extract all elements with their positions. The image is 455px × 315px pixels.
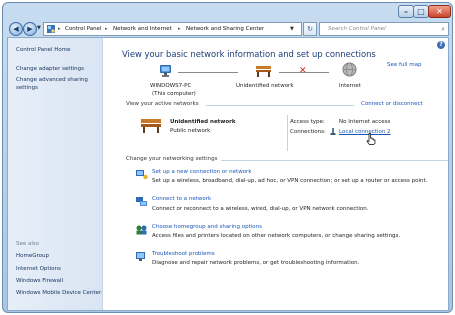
active-networks-heading: View your active networks bbox=[126, 101, 199, 107]
divider bbox=[221, 160, 448, 161]
sidebar-item-change-advanced-sharing[interactable]: Change advanced sharing bbox=[16, 77, 88, 84]
no-connection-icon: ✕ bbox=[299, 66, 307, 76]
troubleshoot-link[interactable]: Troubleshoot problems bbox=[152, 251, 215, 257]
troubleshoot-icon bbox=[136, 252, 145, 261]
sidebar-item-windows-mobile-device-center[interactable]: Windows Mobile Device Center bbox=[16, 290, 101, 297]
breadcrumb-network-and-sharing-center[interactable]: Network and Sharing Center bbox=[186, 24, 264, 34]
window: – □ ✕ ◀ ▶ ▼ ▸ Control Panel ▸ Network an… bbox=[2, 2, 453, 313]
sidebar-item-internet-options[interactable]: Internet Options bbox=[16, 266, 61, 273]
breadcrumb-separator-icon: ▸ bbox=[58, 26, 61, 32]
hand-cursor-icon bbox=[366, 133, 376, 145]
address-bar[interactable]: ▸ Control Panel ▸ Network and Internet ▸… bbox=[43, 22, 302, 36]
internet-node-label: Internet bbox=[339, 83, 361, 89]
divider bbox=[206, 105, 354, 106]
help-icon[interactable]: ? bbox=[437, 41, 445, 49]
access-type-value: No Internet access bbox=[339, 119, 391, 125]
see-also-heading: See also bbox=[16, 241, 40, 247]
wired-connection-icon bbox=[330, 128, 336, 135]
address-dropdown-icon[interactable]: ▼ bbox=[290, 24, 294, 34]
vertical-divider bbox=[287, 115, 288, 151]
content-area: Control Panel Home Change adapter settin… bbox=[7, 37, 449, 311]
sidebar-item-change-adapter-settings[interactable]: Change adapter settings bbox=[16, 66, 84, 73]
connections-label: Connections: bbox=[290, 129, 326, 135]
see-full-map-link[interactable]: See full map bbox=[387, 62, 421, 68]
main-panel: ? View your basic network information an… bbox=[103, 38, 448, 310]
homegroup-icon bbox=[136, 225, 147, 235]
setup-connection-link[interactable]: Set up a new connection or network bbox=[152, 169, 252, 175]
connect-network-desc: Connect or reconnect to a wireless, wire… bbox=[152, 206, 369, 212]
globe-icon bbox=[342, 62, 357, 77]
bench-icon bbox=[256, 66, 271, 77]
sidebar-item-change-advanced-sharing-2[interactable]: settings bbox=[16, 85, 38, 92]
forward-button[interactable]: ▶ bbox=[23, 22, 37, 36]
computer-name: WINDOWS7-PC bbox=[150, 83, 192, 89]
computer-subtitle: (This computer) bbox=[152, 91, 196, 97]
back-button[interactable]: ◀ bbox=[9, 22, 23, 36]
access-type-label: Access type: bbox=[290, 119, 325, 125]
breadcrumb-network-and-internet[interactable]: Network and Internet bbox=[113, 24, 172, 34]
active-network-name: Unidentified network bbox=[170, 119, 236, 125]
recent-pages-dropdown[interactable]: ▼ bbox=[37, 25, 41, 31]
map-link-line bbox=[178, 72, 238, 73]
control-panel-icon bbox=[47, 25, 55, 33]
connect-or-disconnect-link[interactable]: Connect or disconnect bbox=[361, 101, 423, 107]
address-row: ◀ ▶ ▼ ▸ Control Panel ▸ Network and Inte… bbox=[3, 21, 452, 37]
maximize-button[interactable]: □ bbox=[413, 5, 429, 18]
setup-connection-icon bbox=[136, 170, 148, 180]
change-settings-heading: Change your networking settings bbox=[126, 156, 218, 162]
search-icon[interactable]: ⌕ bbox=[441, 23, 445, 35]
breadcrumb-separator-icon: ▸ bbox=[105, 26, 108, 32]
homegroup-link[interactable]: Choose homegroup and sharing options bbox=[152, 224, 262, 230]
troubleshoot-desc: Diagnose and repair network problems, or… bbox=[152, 260, 360, 266]
title-bar: – □ ✕ bbox=[3, 3, 452, 19]
setup-connection-desc: Set up a wireless, broadband, dial-up, a… bbox=[152, 178, 428, 184]
minimize-button[interactable]: – bbox=[398, 5, 414, 18]
homegroup-desc: Access files and printers located on oth… bbox=[152, 233, 401, 239]
search-placeholder: Search Control Panel bbox=[328, 26, 386, 32]
close-button[interactable]: ✕ bbox=[428, 5, 451, 18]
bench-icon bbox=[141, 119, 161, 133]
sidebar-item-control-panel-home[interactable]: Control Panel Home bbox=[16, 47, 70, 54]
page-title: View your basic network information and … bbox=[122, 49, 376, 59]
breadcrumb-separator-icon: ▸ bbox=[178, 26, 181, 32]
refresh-button[interactable]: ↻ bbox=[303, 22, 317, 36]
computer-icon bbox=[160, 65, 171, 77]
sidebar-item-homegroup[interactable]: HomeGroup bbox=[16, 253, 49, 260]
search-input[interactable]: Search Control Panel ⌕ bbox=[319, 22, 449, 36]
connect-network-icon bbox=[136, 197, 147, 206]
connect-network-link[interactable]: Connect to a network bbox=[152, 196, 211, 202]
local-connection-link[interactable]: Local connection 2 bbox=[339, 129, 391, 135]
network-node-label: Unidentified network bbox=[236, 83, 294, 89]
breadcrumb-control-panel[interactable]: Control Panel bbox=[65, 24, 101, 34]
sidebar-item-windows-firewall[interactable]: Windows Firewall bbox=[16, 278, 63, 285]
sidebar: Control Panel Home Change adapter settin… bbox=[8, 38, 103, 310]
active-network-type[interactable]: Public network bbox=[170, 128, 210, 134]
